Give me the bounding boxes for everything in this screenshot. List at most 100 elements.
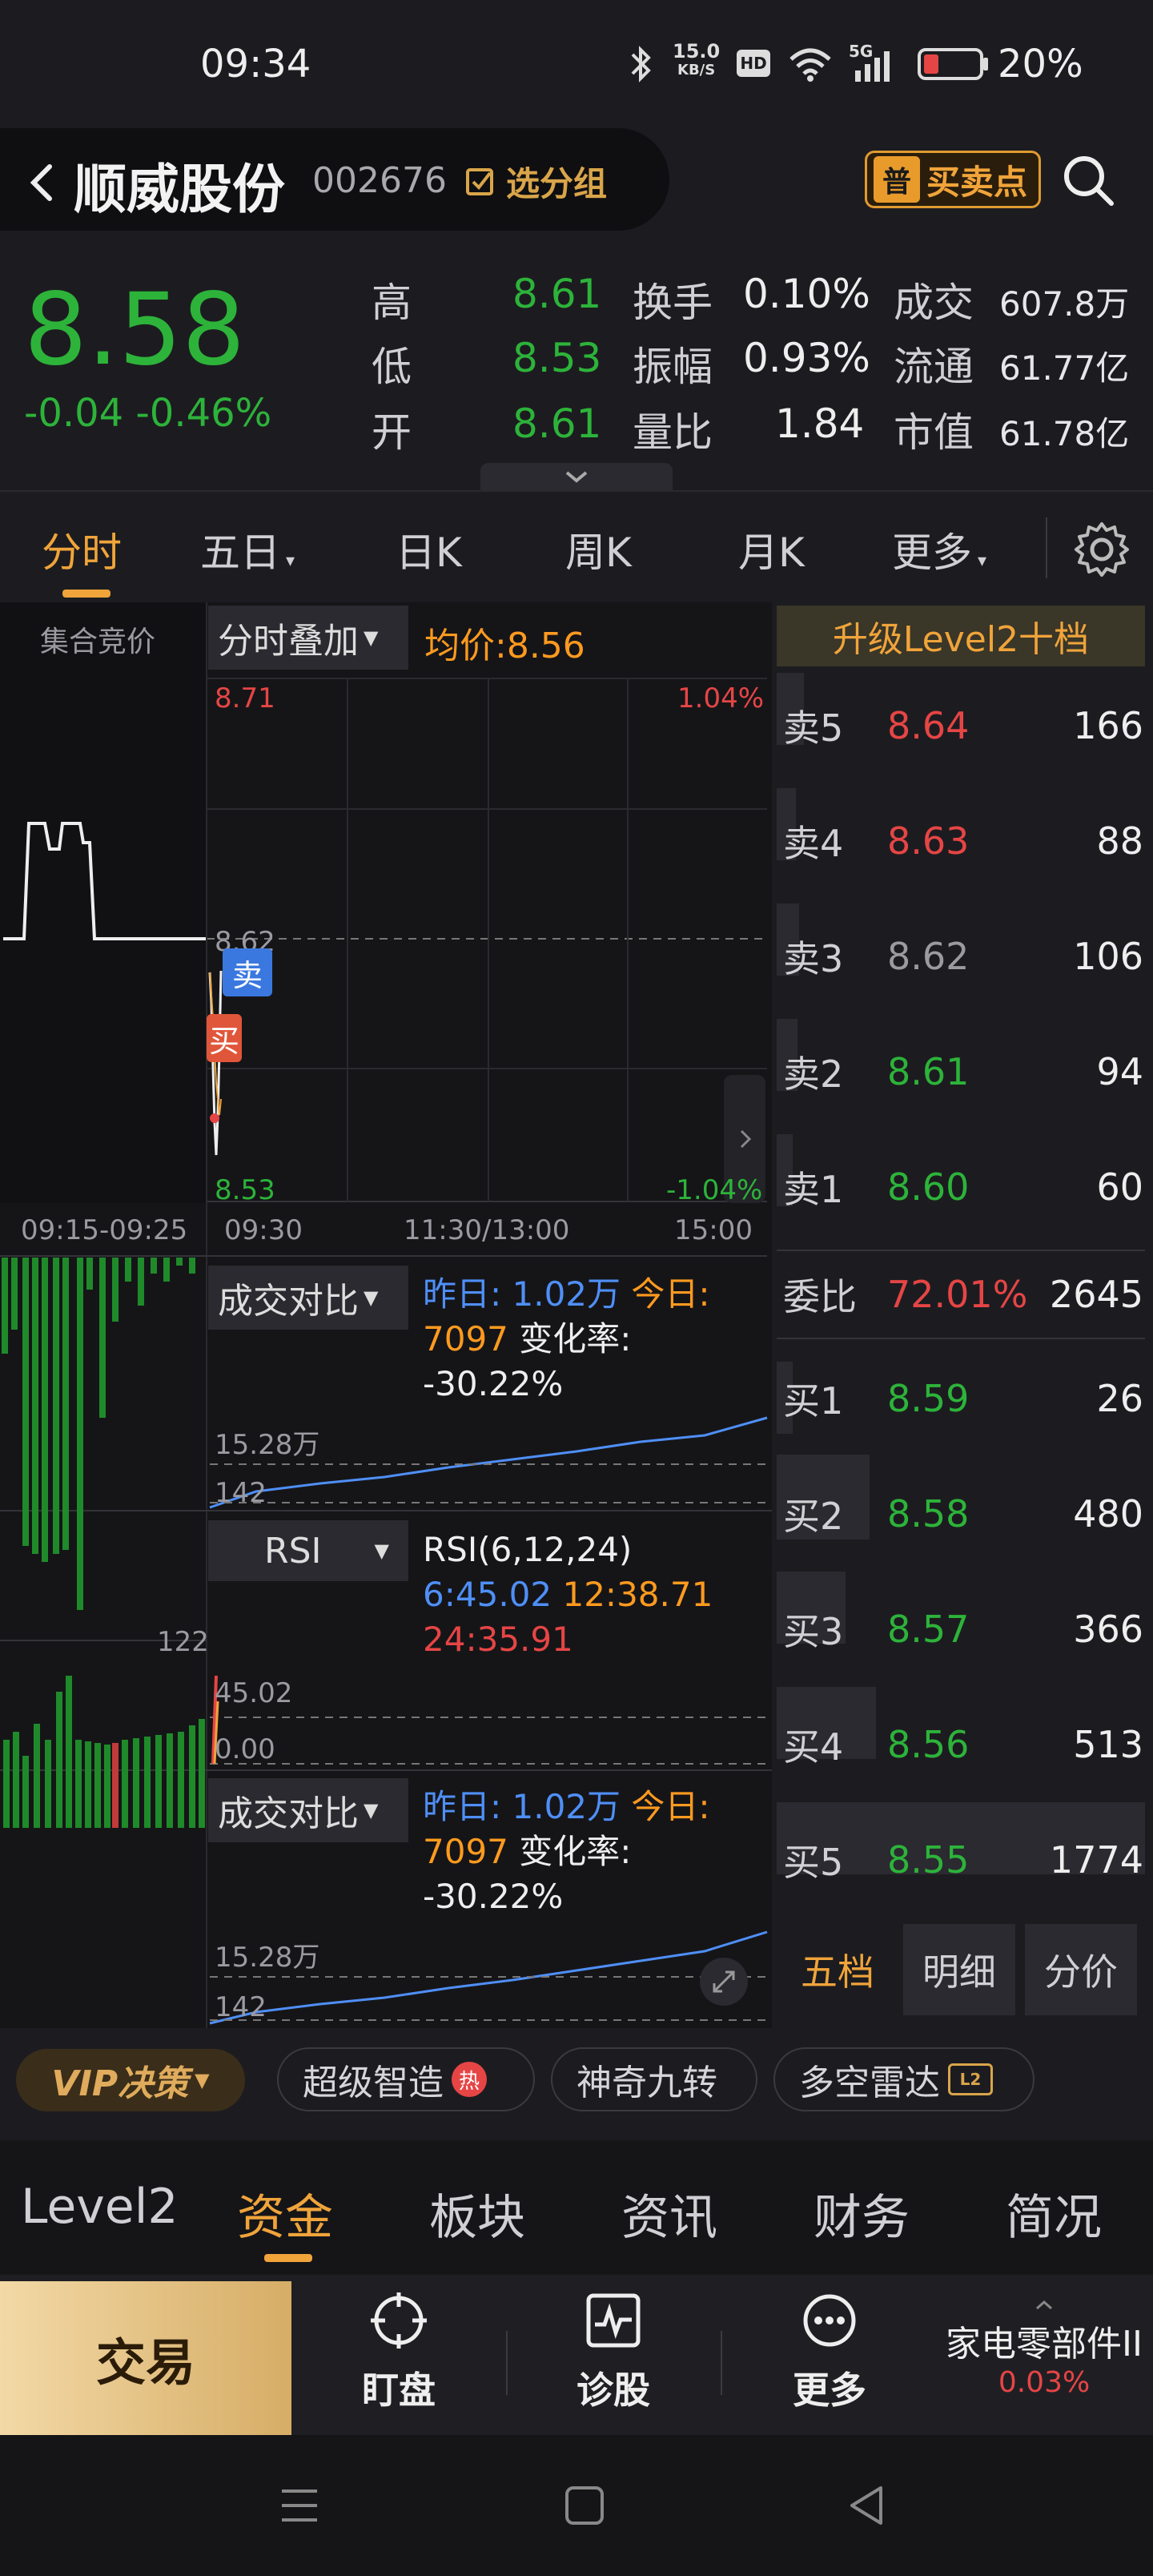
- tab-monthly-k[interactable]: 月K: [738, 521, 805, 578]
- watch-button[interactable]: 盯盘: [311, 2291, 487, 2427]
- tab-details[interactable]: 明细: [903, 1924, 1015, 2015]
- tab-price-dist[interactable]: 分价: [1025, 1924, 1137, 2015]
- float-cap-value: 61.77亿: [999, 348, 1130, 388]
- high-value: 8.61: [512, 271, 602, 317]
- bid-row[interactable]: 买2 8.58 480: [783, 1474, 1143, 1554]
- vol2-y-bottom: 142: [215, 1991, 267, 2023]
- divider: [777, 1250, 1145, 1251]
- tab-overview[interactable]: 简况: [1006, 2179, 1102, 2248]
- select-group-button[interactable]: 选分组: [464, 155, 607, 207]
- select-group-label: 选分组: [506, 163, 608, 203]
- time-close: 15:00: [674, 1214, 753, 1246]
- hd-icon: HD: [737, 50, 770, 77]
- market-cap-value: 61.78亿: [999, 414, 1130, 453]
- status-time: 09:34: [200, 42, 311, 87]
- divider: [721, 2331, 722, 2395]
- chip-super-manufacturing[interactable]: 超级智造热: [277, 2047, 535, 2111]
- sector-indicator[interactable]: 家电零部件II 0.03%: [935, 2299, 1153, 2399]
- stock-name: 顺威股份: [74, 159, 285, 220]
- tab-news[interactable]: 资讯: [621, 2179, 717, 2248]
- tab-intraday[interactable]: 分时: [42, 521, 122, 578]
- chevron-down-icon: [565, 471, 588, 483]
- vol2-y-top: 15.28万: [215, 1942, 320, 1974]
- back-icon[interactable]: [14, 149, 70, 213]
- divider: [777, 1338, 1145, 1339]
- trade-button[interactable]: 交易: [0, 2281, 291, 2435]
- order-ratio-row: 委比 72.01% 2645: [783, 1273, 1143, 1318]
- ask-row[interactable]: 卖5 8.64 166: [783, 686, 1143, 766]
- amplitude-label: 振幅: [633, 344, 713, 390]
- search-icon[interactable]: [1057, 149, 1121, 213]
- stock-code: 002676: [312, 160, 447, 201]
- expand-quote-button[interactable]: [480, 463, 673, 492]
- check-edit-icon: [466, 168, 493, 195]
- tab-capital[interactable]: 资金: [237, 2179, 333, 2248]
- bid-row[interactable]: 买4 8.56 513: [783, 1705, 1143, 1785]
- float-cap-label: 流通: [894, 344, 974, 390]
- chip-bull-bear-radar[interactable]: 多空雷达 L2: [773, 2047, 1034, 2111]
- low-label: 低: [372, 344, 412, 390]
- avg-price: 均价:8.56: [424, 626, 585, 666]
- bsp-tag: 普: [874, 156, 920, 203]
- signal-icon: [855, 51, 890, 82]
- crosshair-icon: [371, 2292, 427, 2349]
- tab-level2[interactable]: Level2: [21, 2179, 179, 2235]
- back-triangle-icon[interactable]: [844, 2481, 892, 2530]
- tab-five-day[interactable]: 五日 ▾: [200, 521, 295, 578]
- ask-row[interactable]: 卖1 8.60 60: [783, 1147, 1143, 1227]
- battery-percent: 20%: [998, 42, 1083, 87]
- vol-y-bottom: 142: [215, 1477, 267, 1509]
- vol-compare-info-2: 昨日: 1.02万 今日: 7097 变化率: -30.22%: [423, 1787, 710, 1916]
- tab-weekly-k[interactable]: 周K: [565, 521, 632, 578]
- settings-gear-icon[interactable]: [1070, 517, 1134, 582]
- ask-row[interactable]: 卖4 8.63 88: [783, 801, 1143, 881]
- chart-pulse-icon: [586, 2293, 641, 2348]
- vip-decision-button[interactable]: VIP决策 ▼: [16, 2049, 245, 2111]
- tab-divider: [1046, 517, 1047, 578]
- tab-five-level[interactable]: 五档: [781, 1924, 894, 2015]
- rsi-params: RSI(6,12,24): [423, 1530, 633, 1569]
- bid-row[interactable]: 买3 8.57 366: [783, 1589, 1143, 1669]
- bid-row[interactable]: 买5 8.55 1774: [783, 1820, 1143, 1900]
- rsi-y-bottom: 0.00: [215, 1733, 275, 1765]
- vol-y-top: 15.28万: [215, 1429, 320, 1461]
- pct-bottom: -1.04%: [666, 1174, 763, 1206]
- left-volume-value: 122: [157, 1626, 209, 1658]
- tab-underline: [62, 590, 110, 598]
- home-icon[interactable]: [560, 2481, 609, 2530]
- vol-compare-dropdown[interactable]: 成交对比 ▼: [208, 1266, 408, 1330]
- amplitude-value: 0.93%: [743, 335, 870, 381]
- overlay-dropdown[interactable]: 分时叠加 ▼: [208, 606, 408, 670]
- more-dots-icon: [803, 2294, 856, 2347]
- buy-sell-point-button[interactable]: 普 买卖点: [865, 151, 1041, 208]
- rsi-dropdown[interactable]: RSI ▼: [208, 1520, 408, 1581]
- amount-label: 成交: [894, 280, 974, 326]
- rsi-y-top: 45.02: [215, 1677, 293, 1709]
- wifi-icon: [789, 48, 831, 82]
- chip-magic-nine[interactable]: 神奇九转: [551, 2047, 757, 2111]
- buy-marker[interactable]: 买: [207, 1014, 242, 1062]
- turnover-label: 换手: [633, 280, 713, 326]
- upgrade-level2-button[interactable]: 升级Level2十档: [777, 606, 1145, 666]
- y-axis-bottom: 8.53: [215, 1174, 275, 1206]
- y-axis-top: 8.71: [215, 682, 275, 714]
- vol-compare-dropdown-2[interactable]: 成交对比 ▼: [208, 1778, 408, 1842]
- tab-more[interactable]: 更多 ▾: [892, 521, 986, 578]
- diagnose-button[interactable]: 诊股: [525, 2291, 701, 2427]
- chevron-up-icon: [1036, 2300, 1052, 2310]
- sell-marker[interactable]: 卖: [223, 948, 272, 996]
- bid-row[interactable]: 买1 8.59 26: [783, 1358, 1143, 1439]
- ask-row[interactable]: 卖2 8.61 94: [783, 1032, 1143, 1112]
- time-auction: 09:15-09:25: [21, 1214, 188, 1246]
- tab-finance[interactable]: 财务: [814, 2179, 910, 2248]
- more-button[interactable]: 更多: [741, 2291, 918, 2427]
- current-price: 8.58: [24, 272, 246, 388]
- volume-ratio-label: 量比: [633, 409, 713, 456]
- tab-daily-k[interactable]: 日K: [396, 521, 462, 578]
- menu-icon[interactable]: [277, 2481, 322, 2530]
- amount-value: 607.8万: [999, 284, 1130, 324]
- ask-row[interactable]: 卖3 8.62 106: [783, 916, 1143, 996]
- bsp-label: 买卖点: [926, 162, 1028, 202]
- tab-sector[interactable]: 板块: [429, 2179, 525, 2248]
- time-open: 09:30: [224, 1214, 303, 1246]
